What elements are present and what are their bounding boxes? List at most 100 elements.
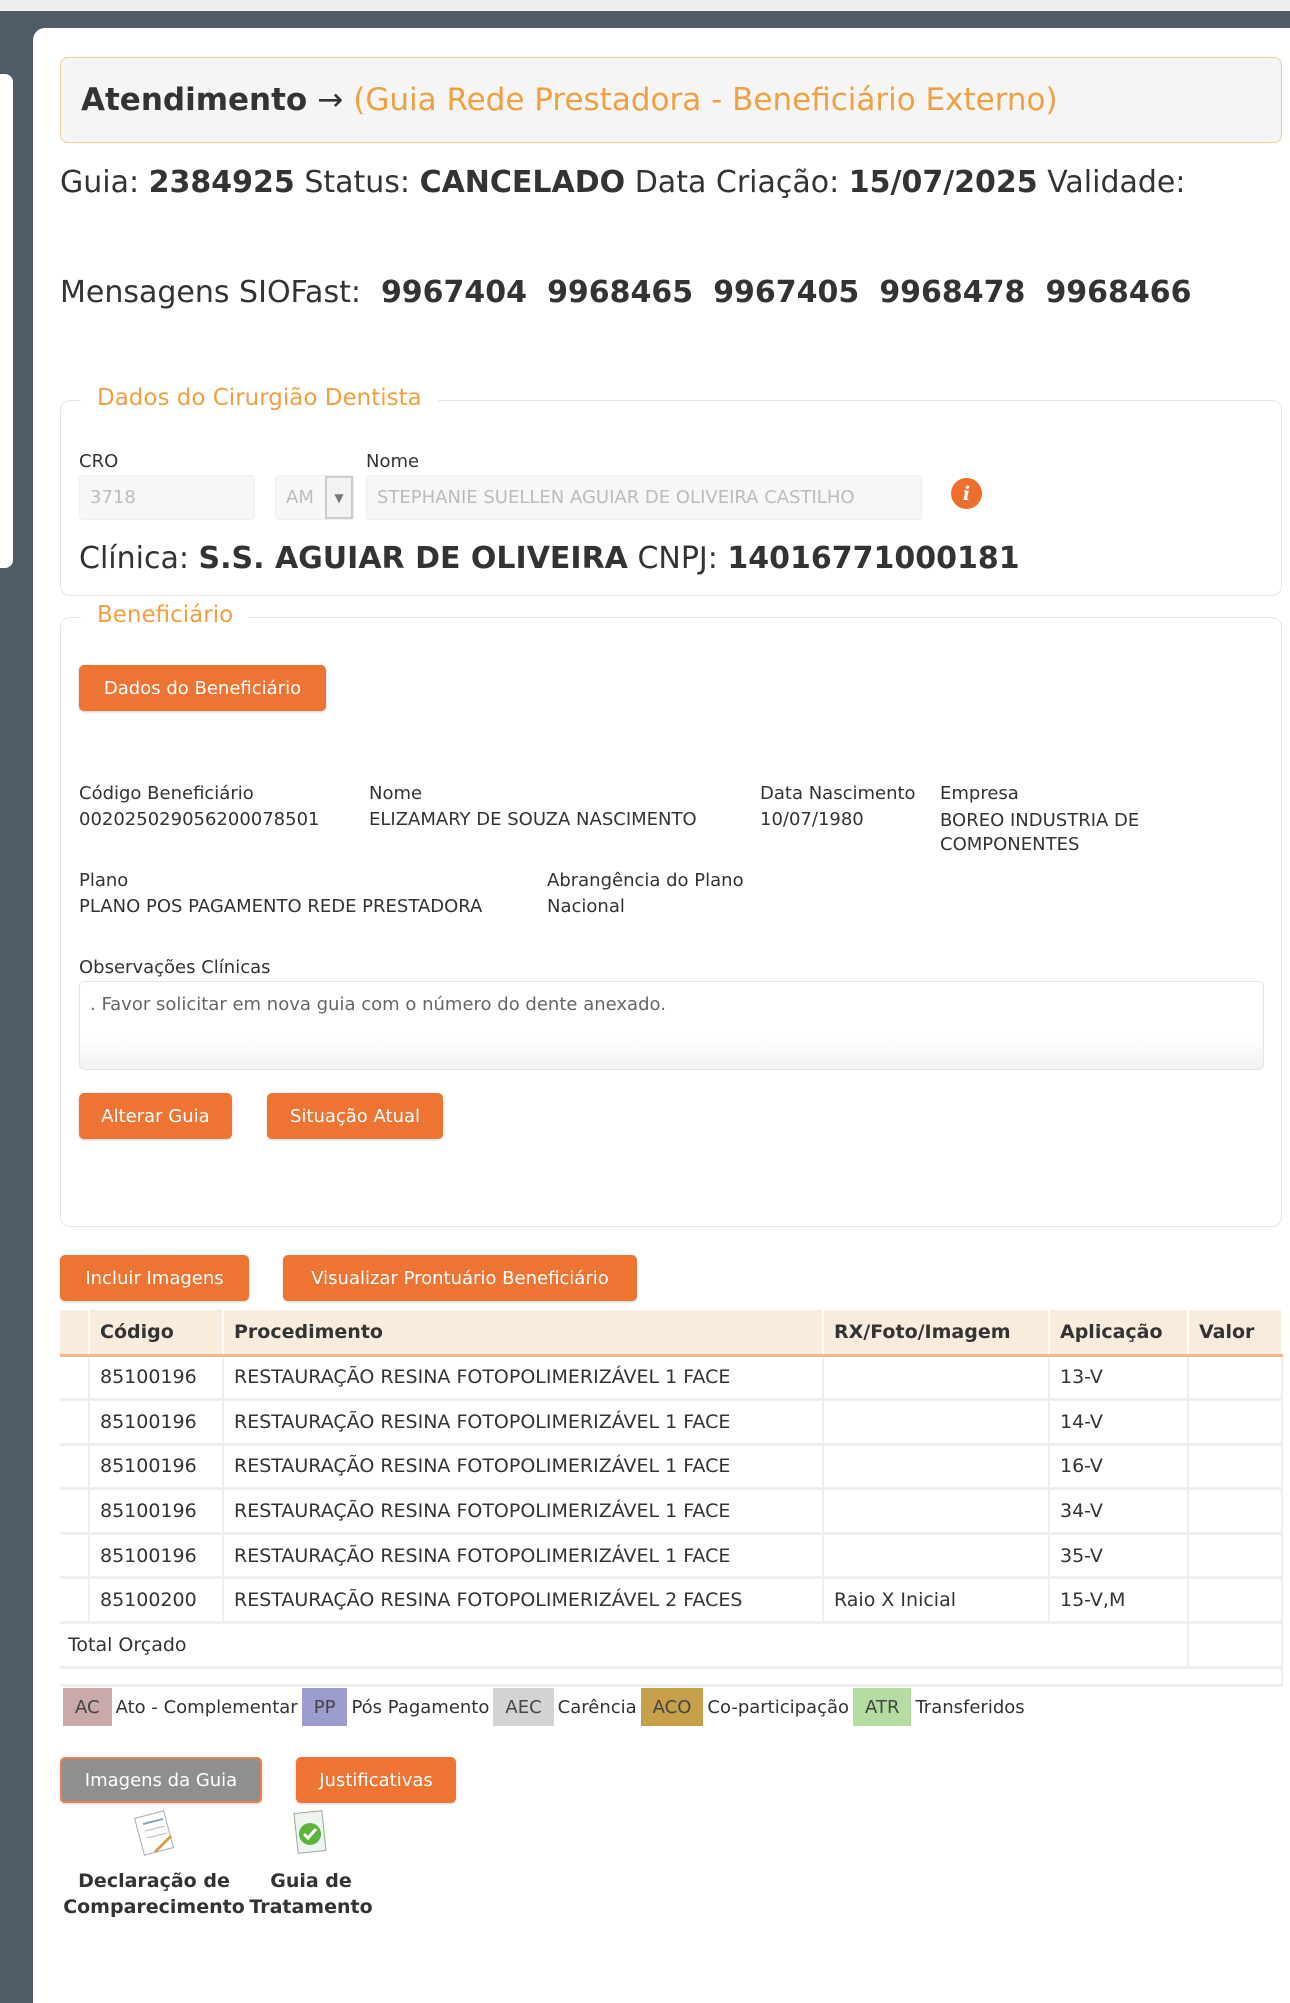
cell-application: 13-V: [1049, 1355, 1189, 1402]
uf-select[interactable]: AM ▼: [275, 475, 354, 520]
siofast-message[interactable]: 9967405: [713, 275, 859, 310]
spacer-row: [60, 1667, 1283, 1687]
doc-label: Tratamento: [249, 1896, 373, 1918]
row-marker-cell: [60, 1488, 90, 1535]
row-marker-cell: [60, 1399, 90, 1446]
treatment-guide-link[interactable]: Guia de Tratamento: [246, 1868, 376, 1920]
cell-application: 16-V: [1049, 1444, 1189, 1491]
total-label: Total Orçado: [60, 1622, 1189, 1669]
cell-application: 34-V: [1049, 1488, 1189, 1535]
legend-text: Transferidos: [915, 1696, 1025, 1718]
table-row: 85100196 RESTAURAÇÃO RESINA FOTOPOLIMERIZ…: [60, 1399, 1283, 1446]
total-row: Total Orçado: [60, 1622, 1283, 1669]
cro-label: CRO: [79, 451, 119, 472]
beneficiary-code: 002025029056200078501: [79, 809, 320, 830]
side-panel: [0, 74, 13, 568]
page-title: Atendimento: [81, 82, 308, 118]
doc-label: Declaração de: [78, 1870, 230, 1892]
creation-date: 15/07/2025: [848, 165, 1038, 200]
cell-procedure: RESTAURAÇÃO RESINA FOTOPOLIMERIZÁVEL 1 F…: [223, 1355, 824, 1402]
beneficiary-code-label: Código Beneficiário: [79, 783, 254, 804]
siofast-message[interactable]: 9968465: [547, 275, 693, 310]
column-header: [60, 1310, 90, 1357]
column-header-value: Valor: [1188, 1310, 1283, 1357]
birth-date: 10/07/1980: [760, 809, 864, 830]
procedures-table: Código Procedimento RX/Foto/Imagem Aplic…: [60, 1310, 1283, 1687]
dentist-name-input[interactable]: STEPHANIE SUELLEN AGUIAR DE OLIVEIRA CAS…: [366, 475, 922, 520]
view-record-button[interactable]: Visualizar Prontuário Beneficiário: [283, 1255, 637, 1301]
siofast-message[interactable]: 9968466: [1045, 275, 1191, 310]
clinic-line: Clínica: S.S. AGUIAR DE OLIVEIRA CNPJ: 1…: [79, 541, 1020, 576]
siofast-label: Mensagens SIOFast:: [60, 275, 361, 310]
clinical-notes-label: Observações Clínicas: [79, 957, 271, 978]
cell-rx: [823, 1533, 1050, 1580]
status-legend: AC Ato - Complementar PP Pós Pagamento AEC Ca…: [63, 1688, 1029, 1726]
validity-label: Validade:: [1047, 165, 1186, 200]
chevron-down-icon[interactable]: ▼: [325, 476, 353, 519]
attendance-declaration-link[interactable]: Declaração de Comparecimento: [63, 1868, 245, 1920]
cell-rx: [823, 1355, 1050, 1402]
cell-application: 35-V: [1049, 1533, 1189, 1580]
add-images-button[interactable]: Incluir Imagens: [60, 1255, 249, 1301]
plan-label: Plano: [79, 870, 129, 891]
legend-tag: PP: [301, 1688, 348, 1726]
coverage-label: Abrangência do Plano: [547, 870, 744, 891]
column-header-application: Aplicação: [1049, 1310, 1189, 1357]
cell-code: 85100196: [89, 1444, 224, 1491]
cell-procedure: RESTAURAÇÃO RESINA FOTOPOLIMERIZÁVEL 1 F…: [223, 1444, 824, 1491]
current-status-button[interactable]: Situação Atual: [267, 1093, 443, 1139]
page-subtitle: (Guia Rede Prestadora - Beneficiário Ext…: [353, 82, 1058, 118]
doc-label: Guia de: [270, 1870, 352, 1892]
guide-images-button[interactable]: Imagens da Guia: [60, 1757, 262, 1803]
column-header-rx: RX/Foto/Imagem: [823, 1310, 1050, 1357]
attendance-declaration-icon[interactable]: [133, 1810, 179, 1860]
guia-number: 2384925: [148, 165, 295, 200]
legend-text: Carência: [557, 1696, 637, 1718]
justifications-button[interactable]: Justificativas: [296, 1757, 456, 1803]
legend-tag: ATR: [853, 1688, 912, 1726]
cell-rx: Raio X Inicial: [823, 1577, 1050, 1625]
table-header-row: Código Procedimento RX/Foto/Imagem Aplic…: [60, 1310, 1283, 1357]
column-header-code: Código: [89, 1310, 224, 1357]
info-icon[interactable]: i: [951, 478, 982, 509]
beneficiary-data-button[interactable]: Dados do Beneficiário: [79, 665, 326, 711]
cro-input[interactable]: 3718: [79, 475, 255, 520]
cell-value: [1188, 1577, 1283, 1625]
legend-tag: ACO: [640, 1688, 704, 1726]
coverage: Nacional: [547, 896, 625, 917]
siofast-message[interactable]: 9968478: [879, 275, 1025, 310]
browser-top-bar: [0, 0, 1290, 11]
cell-value: [1188, 1488, 1283, 1535]
cell-rx: [823, 1488, 1050, 1535]
company: BOREO INDUSTRIA DE COMPONENTES: [940, 810, 1140, 855]
beneficiary-legend: Beneficiário: [81, 602, 250, 628]
table-row: 85100196 RESTAURAÇÃO RESINA FOTOPOLIMERIZ…: [60, 1355, 1283, 1402]
legend-tag: AEC: [493, 1688, 554, 1726]
status-label: Status:: [304, 165, 411, 200]
row-marker-cell: [60, 1444, 90, 1491]
row-marker-cell: [60, 1355, 90, 1402]
treatment-guide-icon[interactable]: [290, 1808, 332, 1860]
cell-procedure: RESTAURAÇÃO RESINA FOTOPOLIMERIZÁVEL 1 F…: [223, 1488, 824, 1535]
guia-info-line: Guia: 2384925 Status: CANCELADO Data Cri…: [60, 165, 1186, 200]
company-label: Empresa: [940, 783, 1019, 804]
cell-value: [1188, 1533, 1283, 1580]
siofast-message[interactable]: 9967404: [381, 275, 527, 310]
legend-text: Ato - Complementar: [115, 1696, 298, 1718]
clinic-name: S.S. AGUIAR DE OLIVEIRA: [198, 541, 628, 576]
spacer-cell: [60, 1667, 1283, 1687]
cnpj-label: CNPJ:: [637, 541, 718, 576]
clinical-notes-textarea[interactable]: . Favor solicitar em nova guia com o núm…: [79, 981, 1264, 1070]
dentist-legend: Dados do Cirurgião Dentista: [81, 385, 438, 411]
legend-tag: AC: [63, 1688, 112, 1726]
page-header: Atendimento → (Guia Rede Prestadora - Be…: [60, 57, 1282, 143]
birth-date-label: Data Nascimento: [760, 783, 916, 804]
table-row: 85100196 RESTAURAÇÃO RESINA FOTOPOLIMERIZ…: [60, 1488, 1283, 1535]
cell-code: 85100200: [89, 1577, 224, 1625]
cell-procedure: RESTAURAÇÃO RESINA FOTOPOLIMERIZÁVEL 1 F…: [223, 1399, 824, 1446]
row-marker-cell: [60, 1577, 90, 1625]
beneficiary-name: ELIZAMARY DE SOUZA NASCIMENTO: [369, 809, 697, 830]
plan: PLANO POS PAGAMENTO REDE PRESTADORA: [79, 896, 483, 917]
alter-guide-button[interactable]: Alterar Guia: [79, 1093, 232, 1139]
dentist-name-label: Nome: [366, 451, 420, 472]
